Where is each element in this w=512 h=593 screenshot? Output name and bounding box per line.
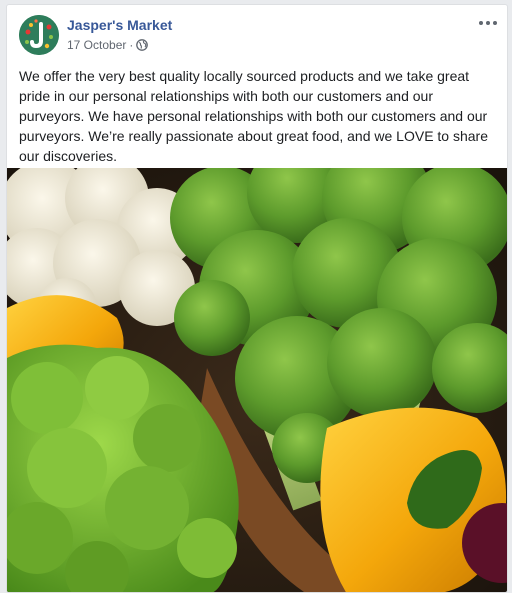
post-card: Jasper's Market 17 October · We offer th… <box>6 4 508 593</box>
avatar-logo-icon <box>19 15 59 55</box>
page-name-link[interactable]: Jasper's Market <box>67 17 172 33</box>
vegetables-photo-icon <box>7 143 507 592</box>
post-text: We offer the very best quality locally s… <box>19 68 489 164</box>
meta-separator: · <box>129 38 134 52</box>
more-options-icon[interactable] <box>477 15 499 31</box>
page-avatar[interactable] <box>19 15 59 55</box>
post-date-link[interactable]: 17 October <box>67 38 126 52</box>
post-meta: 17 October · <box>67 38 149 52</box>
post-photo[interactable] <box>7 143 507 592</box>
post-header: Jasper's Market 17 October · <box>7 5 507 57</box>
globe-icon <box>136 39 149 51</box>
